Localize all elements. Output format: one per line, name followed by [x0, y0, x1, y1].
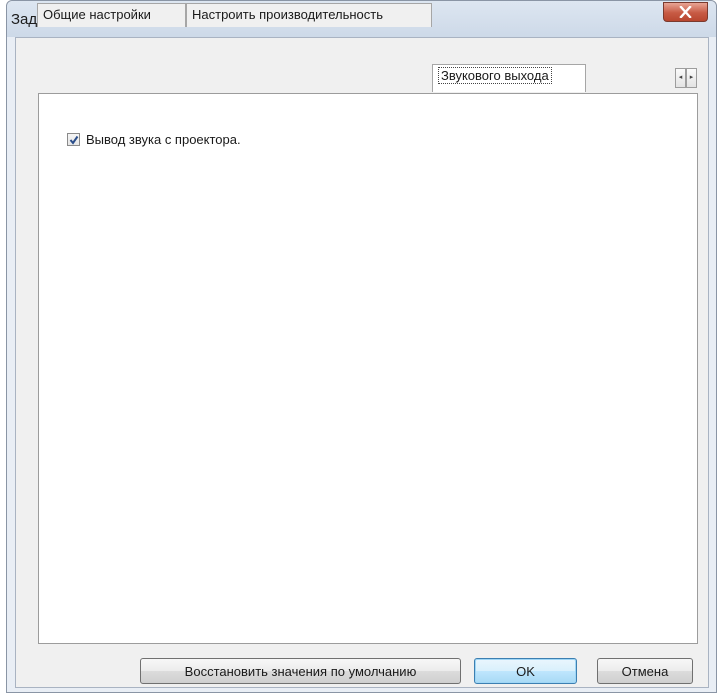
tab-panel-audio-output [38, 93, 698, 644]
restore-defaults-button[interactable]: Восстановить значения по умолчанию [140, 658, 461, 684]
cancel-button[interactable]: Отмена [597, 658, 693, 684]
audio-output-checkbox[interactable] [67, 133, 80, 146]
close-button[interactable] [663, 2, 708, 22]
tab-scroll-buttons: ◂ ▸ [675, 68, 697, 88]
tab-label: Звукового выхода [438, 67, 552, 84]
tab-label: Общие настройки [43, 7, 151, 22]
tab-audio-output[interactable]: Звукового выхода [432, 64, 586, 92]
scroll-left-icon[interactable]: ◂ [675, 68, 686, 88]
tab-label: Настроить производительность [192, 7, 384, 22]
scroll-right-icon[interactable]: ▸ [686, 68, 697, 88]
close-icon [679, 6, 692, 18]
checkmark-icon [69, 135, 79, 145]
audio-output-checkbox-row[interactable]: Вывод звука с проектора. [67, 132, 241, 147]
tab-general-settings[interactable]: Общие настройки [37, 3, 186, 27]
tab-performance-settings[interactable]: Настроить производительность [186, 3, 432, 27]
ok-button[interactable]: OK [474, 658, 577, 684]
audio-output-checkbox-label: Вывод звука с проектора. [86, 132, 241, 147]
